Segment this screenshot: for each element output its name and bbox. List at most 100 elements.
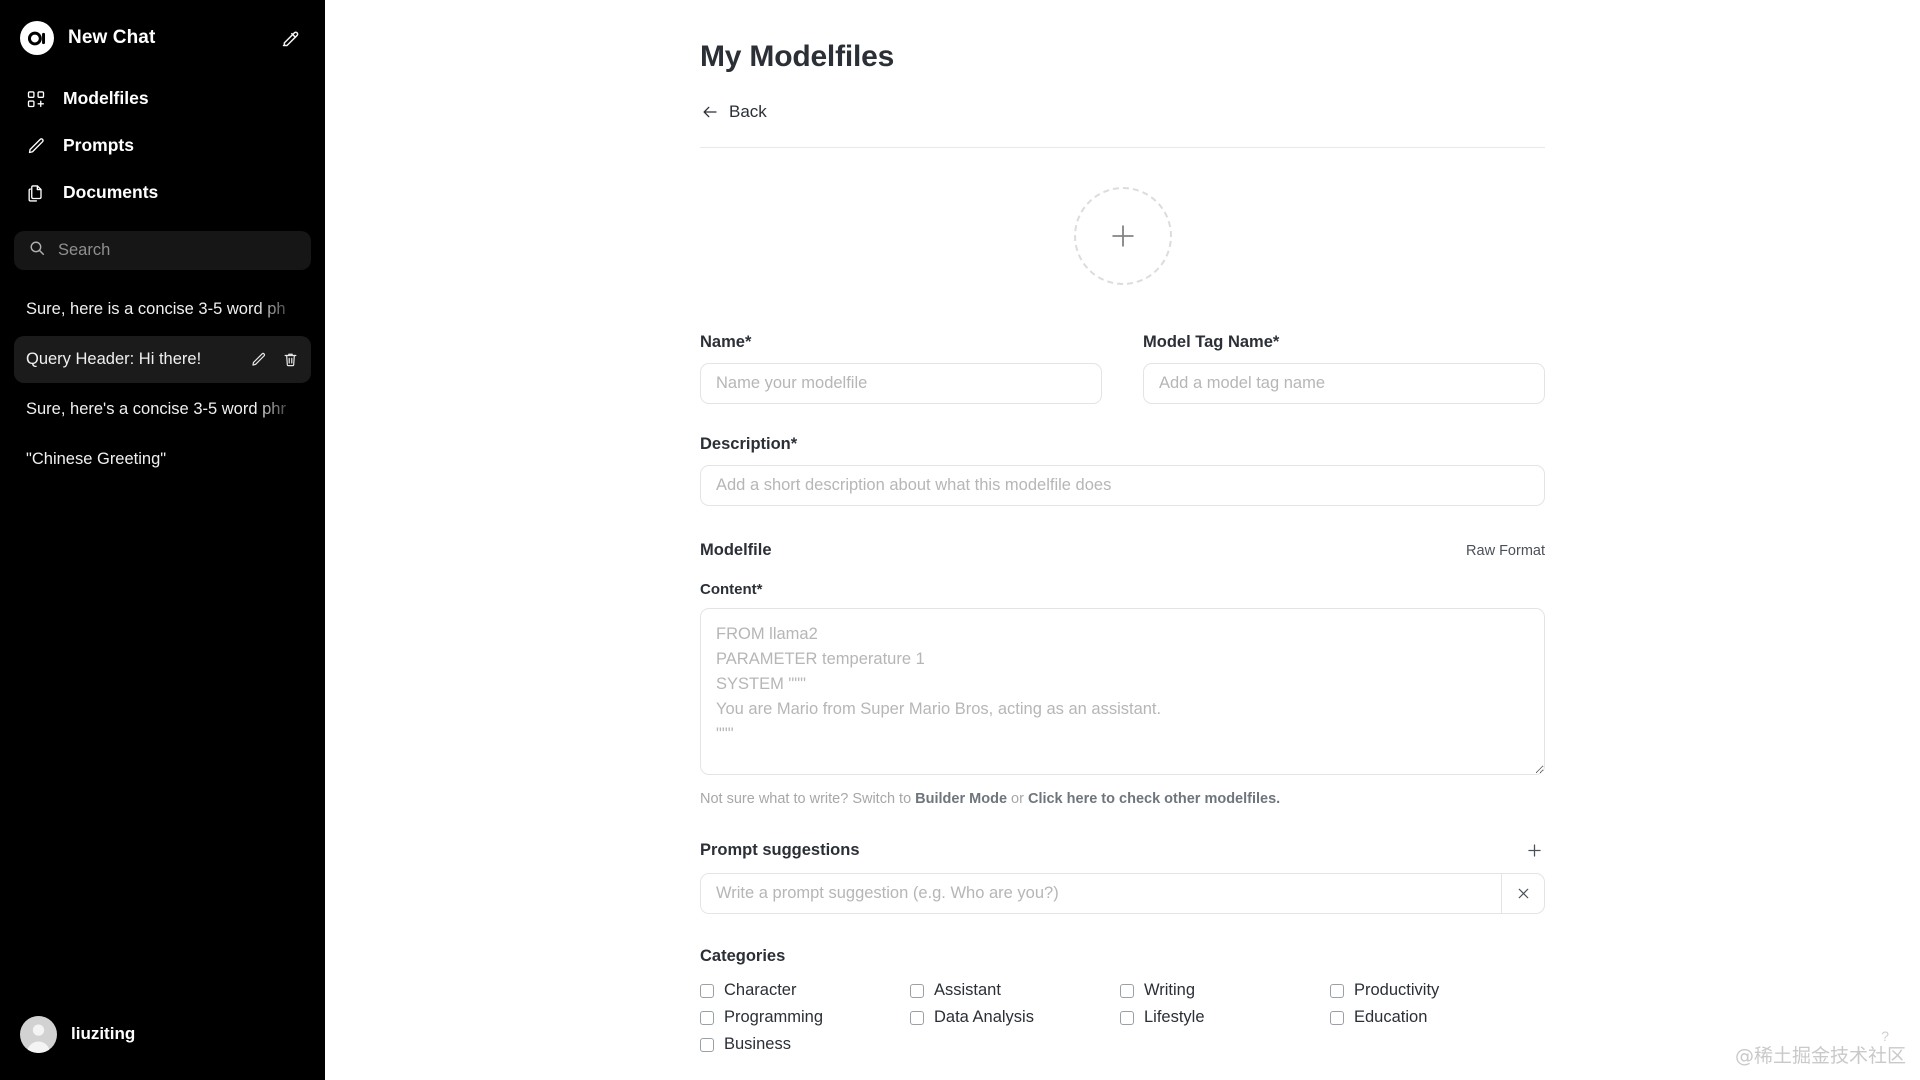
pencil-icon [24,134,48,158]
hint-prefix: Not sure what to write? Switch to [700,791,916,807]
chat-title: Sure, here is a concise 3-5 word ph [26,300,286,318]
categories-title: Categories [700,947,786,965]
category-label: Programming [724,1008,824,1026]
category-label: Productivity [1354,981,1440,999]
description-input[interactable] [700,465,1545,506]
checkbox-icon[interactable] [1330,1010,1344,1025]
builder-mode-link[interactable]: Builder Mode [915,791,1007,807]
name-and-tag-row: Name* Model Tag Name* [700,333,1545,404]
sidebar-item-documents[interactable]: Documents [14,170,311,215]
category-label: Business [724,1035,791,1053]
raw-format-toggle[interactable]: Raw Format [1466,543,1545,559]
category-label: Lifestyle [1144,1008,1205,1026]
description-label: Description* [700,435,798,453]
category-productivity[interactable]: Productivity [1330,981,1540,1000]
sidebar-item-label: Documents [63,182,159,202]
modelfile-avatar-upload[interactable] [1073,187,1172,285]
checkbox-icon[interactable] [910,983,924,998]
modelfile-hint: Not sure what to write? Switch to Builde… [700,791,1545,807]
user-account-button[interactable]: liuziting [14,1010,311,1058]
category-label: Writing [1144,981,1196,999]
search-input[interactable] [58,241,297,260]
prompt-suggestions-header: Prompt suggestions [700,839,1545,861]
category-programming[interactable]: Programming [700,1008,910,1027]
chat-list-item[interactable]: Sure, here's a concise 3-5 word phr [14,386,311,433]
openwebui-logo-icon [20,21,54,55]
back-button[interactable]: Back [700,102,767,122]
modelfile-section-header: Modelfile Raw Format [700,541,1545,560]
prompt-suggestion-row [700,873,1545,914]
chat-item-actions [243,351,299,369]
sidebar-item-prompts[interactable]: Prompts [14,123,311,168]
new-chat-button[interactable]: New Chat [14,14,311,62]
model-tag-field-group: Model Tag Name* [1143,333,1545,404]
documents-copy-icon [24,181,48,205]
trash-icon[interactable] [281,351,299,369]
modelfiles-grid-icon [24,87,48,111]
chat-list: Sure, here is a concise 3-5 word ph Quer… [0,286,325,998]
category-label: Education [1354,1008,1428,1026]
sidebar-bottom: liuziting [0,998,325,1080]
sidebar-top: New Chat Modelfiles Prompts Documents [0,0,325,215]
name-label: Name* [700,333,752,351]
other-modelfiles-link[interactable]: Click here to check other modelfiles. [1028,791,1280,807]
category-label: Character [724,981,797,999]
checkbox-icon[interactable] [700,1010,714,1025]
model-tag-label: Model Tag Name* [1143,333,1280,351]
remove-prompt-suggestion-button[interactable] [1501,874,1544,913]
content-textarea-wrap [700,608,1545,780]
chat-list-item-active[interactable]: Query Header: Hi there! [14,336,311,383]
category-education[interactable]: Education [1330,1008,1540,1027]
name-input[interactable] [700,363,1102,404]
checkbox-icon[interactable] [700,983,714,998]
checkbox-icon[interactable] [910,1010,924,1025]
add-prompt-suggestion-button[interactable] [1523,839,1545,861]
model-tag-input[interactable] [1143,363,1545,404]
sidebar-item-modelfiles[interactable]: Modelfiles [14,76,311,121]
search-icon [28,239,46,262]
checkbox-icon[interactable] [1330,983,1344,998]
category-label: Data Analysis [934,1008,1034,1026]
prompt-suggestions-title: Prompt suggestions [700,840,860,859]
prompt-suggestion-input[interactable] [701,874,1501,913]
category-data-analysis[interactable]: Data Analysis [910,1008,1120,1027]
checkbox-icon[interactable] [1120,1010,1134,1025]
checkbox-icon[interactable] [700,1037,714,1052]
arrow-left-icon [700,103,719,122]
checkbox-icon[interactable] [1120,983,1134,998]
watermark: @稀土掘金技术社区 [1734,1045,1906,1067]
content-textarea[interactable] [700,608,1545,775]
pencil-edit-icon[interactable] [249,351,267,369]
new-chat-edit-icon[interactable] [277,25,303,51]
new-chat-label: New Chat [68,27,156,48]
hint-middle: or [1007,791,1028,807]
chat-list-item[interactable]: "Chinese Greeting" [14,436,311,483]
modelfile-section-title: Modelfile [700,541,772,559]
category-business[interactable]: Business [700,1035,910,1054]
sidebar-nav: Modelfiles Prompts Documents [14,76,311,215]
modelfile-create-page: My Modelfiles Back Name* Name your model… [700,0,1545,1080]
header-divider [700,147,1545,148]
chat-title: "Chinese Greeting" [26,450,167,468]
sidebar-item-label: Modelfiles [63,88,149,108]
page-title: My Modelfiles [700,40,895,73]
category-writing[interactable]: Writing [1120,981,1330,1000]
category-lifestyle[interactable]: Lifestyle [1120,1008,1330,1027]
user-avatar-icon [20,1015,57,1053]
chat-title: Query Header: Hi there! [26,350,202,368]
category-assistant[interactable]: Assistant [910,981,1120,1000]
category-label: Assistant [934,981,1001,999]
app-root: New Chat Modelfiles Prompts Documents Se… [0,0,1920,1080]
category-character[interactable]: Character [700,981,910,1000]
description-field-group: Description* [700,435,1545,506]
name-field-group: Name* [700,333,1102,404]
content-label: Content* [700,581,763,598]
sidebar: New Chat Modelfiles Prompts Documents Se… [0,0,330,1080]
chat-title: Sure, here's a concise 3-5 word phr [26,400,286,418]
search-box[interactable] [14,231,311,270]
user-name: liuziting [71,1024,136,1043]
main-content: My Modelfiles Back Name* Name your model… [325,0,1920,1080]
chat-list-item[interactable]: Sure, here is a concise 3-5 word ph [14,286,311,333]
back-label: Back [729,102,767,121]
categories-grid: Character Assistant Writing Productivity… [700,981,1545,1054]
